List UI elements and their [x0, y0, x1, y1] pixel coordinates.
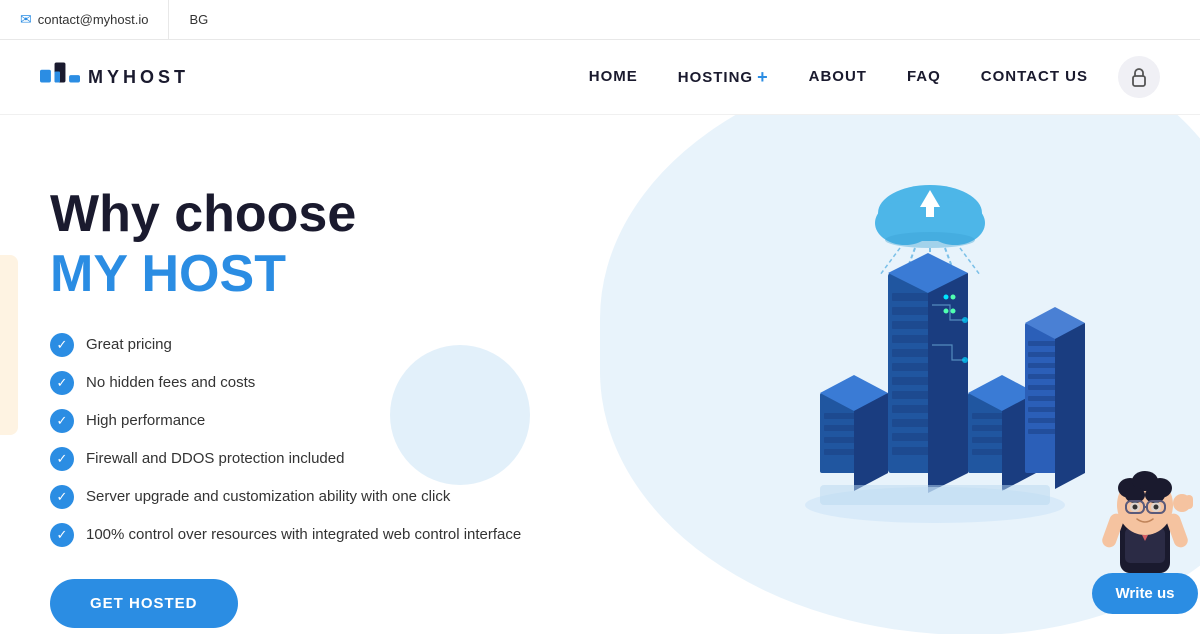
hero-content: Why choose MY HOST ✓ Great pricing ✓ No … — [50, 185, 521, 628]
hero-title-line2: MY HOST — [50, 245, 286, 303]
feature-item-2: ✓ No hidden fees and costs — [50, 371, 521, 395]
email-address: contact@myhost.io — [38, 12, 149, 27]
feature-text-3: High performance — [86, 412, 205, 429]
hero-section: Why choose MY HOST ✓ Great pricing ✓ No … — [0, 115, 1200, 634]
feature-text-4: Firewall and DDOS protection included — [86, 450, 344, 467]
hosting-plus-icon: + — [757, 67, 769, 88]
feature-item-5: ✓ Server upgrade and customization abili… — [50, 485, 521, 509]
language-selector[interactable]: BG — [189, 12, 208, 27]
hero-left-accent — [0, 255, 18, 435]
nav-link-home[interactable]: HOME — [589, 68, 638, 85]
server-svg — [720, 145, 1140, 565]
check-icon-5: ✓ — [50, 485, 74, 509]
top-bar: ✉ contact@myhost.io BG — [0, 0, 1200, 40]
write-us-button[interactable]: Write us — [1092, 573, 1199, 614]
check-icon-6: ✓ — [50, 523, 74, 547]
nav-item-about[interactable]: ABOUT — [809, 68, 867, 86]
logo-text: MYHOST — [88, 67, 189, 88]
feature-item-3: ✓ High performance — [50, 409, 521, 433]
hero-title-line1: Why choose — [50, 185, 356, 243]
hero-title: Why choose MY HOST — [50, 185, 521, 305]
check-icon-2: ✓ — [50, 371, 74, 395]
feature-text-1: Great pricing — [86, 336, 172, 353]
email-icon: ✉ — [20, 11, 32, 28]
feature-item-1: ✓ Great pricing — [50, 333, 521, 357]
hero-features-list: ✓ Great pricing ✓ No hidden fees and cos… — [50, 333, 521, 547]
feature-text-6: 100% control over resources with integra… — [86, 526, 521, 543]
lock-icon — [1130, 67, 1148, 87]
get-hosted-button[interactable]: GET HOSTED — [50, 579, 238, 628]
nav-link-about[interactable]: ABOUT — [809, 68, 867, 85]
email-contact: ✉ contact@myhost.io — [20, 11, 148, 28]
feature-item-4: ✓ Firewall and DDOS protection included — [50, 447, 521, 471]
nav-item-hosting[interactable]: HOSTING + — [678, 67, 769, 88]
nav-item-contact[interactable]: CONTACT US — [981, 68, 1088, 86]
write-us-widget: Write us — [1090, 453, 1200, 614]
feature-item-6: ✓ 100% control over resources with integ… — [50, 523, 521, 547]
nav-item-home[interactable]: HOME — [589, 68, 638, 86]
feature-text-5: Server upgrade and customization ability… — [86, 488, 450, 505]
nav-links: HOME HOSTING + ABOUT FAQ CONTACT US — [589, 67, 1088, 88]
nav-item-faq[interactable]: FAQ — [907, 68, 941, 86]
check-icon-1: ✓ — [50, 333, 74, 357]
nav-link-contact[interactable]: CONTACT US — [981, 68, 1088, 85]
login-button[interactable] — [1118, 56, 1160, 98]
logo-icon — [40, 62, 80, 92]
check-icon-4: ✓ — [50, 447, 74, 471]
top-bar-divider — [168, 0, 169, 40]
mascot-character — [1090, 453, 1200, 583]
feature-text-2: No hidden fees and costs — [86, 374, 255, 391]
logo[interactable]: MYHOST — [40, 62, 189, 92]
navbar: MYHOST HOME HOSTING + ABOUT FAQ CONTACT … — [0, 40, 1200, 115]
nav-link-hosting[interactable]: HOSTING + — [678, 67, 769, 88]
nav-link-faq[interactable]: FAQ — [907, 68, 941, 85]
check-icon-3: ✓ — [50, 409, 74, 433]
server-illustration — [720, 145, 1140, 565]
